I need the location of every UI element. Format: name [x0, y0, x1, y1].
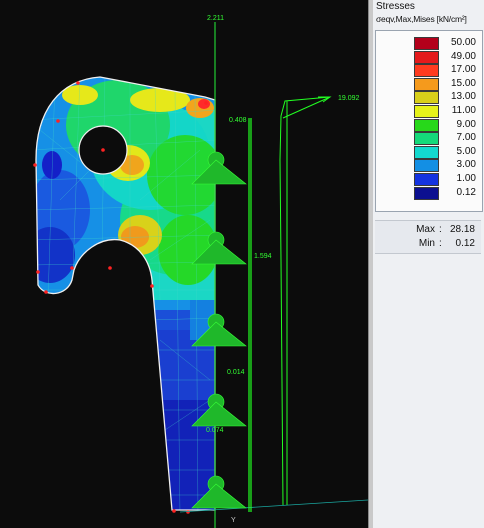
stress-legend-panel: Stresses σeqv,Max,Mises [kN/cm²] 50.00 49… [373, 0, 484, 528]
panel-title: Stresses [376, 1, 415, 12]
color-scale: 50.00 49.00 17.00 15.00 13.00 11.00 9.00 7.00 5.… [375, 30, 483, 212]
legend-value: 15.00 [450, 77, 476, 89]
min-label: Min [418, 238, 435, 249]
legend-swatch [414, 186, 439, 200]
dim-label: 0.408 [229, 117, 247, 124]
axis-top-label: 2.211 [207, 15, 224, 22]
min-value: 0.12 [455, 238, 475, 249]
legend-swatch [414, 50, 439, 64]
max-label: Max [416, 224, 435, 235]
min-max-box: Max : 28.18 Min : 0.12 [375, 220, 481, 254]
legend-swatch [414, 173, 439, 186]
legend-swatch [414, 37, 439, 50]
legend-value: 9.00 [456, 118, 476, 130]
dimension-lines [248, 118, 252, 512]
load-max-label: 19.092 [338, 95, 360, 102]
legend-value: 17.00 [450, 64, 476, 76]
legend-value: 1.00 [456, 173, 476, 184]
legend-value: 11.00 [451, 105, 476, 116]
legend-swatch [414, 77, 439, 91]
legend-value: 7.00 [456, 132, 476, 144]
legend-swatch [414, 64, 439, 78]
legend-value: 3.00 [456, 159, 476, 171]
legend-value: 5.00 [456, 145, 476, 157]
dim-label: 1.594 [254, 253, 272, 260]
legend-value: 13.00 [450, 91, 476, 103]
legend-swatch [414, 105, 439, 118]
model-viewport[interactable]: 2.211 Y 0.408 1.594 0.014 0.074 19.092 [0, 0, 368, 528]
legend-swatch [414, 145, 439, 159]
legend-swatch [414, 118, 439, 132]
colon: : [439, 238, 442, 249]
load-diagram [279, 96, 332, 506]
panel-subtitle: σeqv,Max,Mises [kN/cm²] [376, 14, 467, 24]
dim-label: 0.014 [227, 369, 245, 376]
colon: : [439, 224, 442, 235]
stress-contour [36, 77, 215, 510]
dim-label: 0.074 [206, 427, 224, 434]
max-value: 28.18 [449, 224, 475, 235]
legend-value: 49.00 [450, 50, 476, 62]
legend-value: 50.00 [450, 37, 476, 48]
legend-swatch [414, 159, 439, 173]
legend-swatch [414, 91, 439, 105]
axis-y-label: Y [231, 517, 236, 524]
fe-model-canvas[interactable]: 2.211 Y 0.408 1.594 0.014 0.074 19.092 [0, 0, 368, 528]
legend-swatch [414, 132, 439, 146]
legend-value: 0.12 [456, 186, 476, 198]
